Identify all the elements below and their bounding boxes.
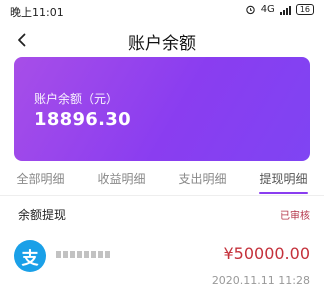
tab-expenses[interactable]: 支出明细 — [162, 168, 243, 192]
tab-all[interactable]: 全部明细 — [0, 168, 81, 192]
withdrawal-amount: ¥50000.00 — [223, 244, 310, 263]
status-time: 晚上11:01 — [10, 6, 64, 19]
network-type: 4G — [260, 4, 275, 15]
status-icons: 4G 16 — [245, 4, 314, 15]
balance-value: 18896.30 — [34, 109, 131, 130]
section-header: 余额提现 已审核 — [0, 206, 324, 224]
status-bar: 晚上11:01 4G 16 — [0, 0, 324, 22]
account-name-redacted — [56, 247, 112, 261]
alipay-icon: 支 — [14, 240, 46, 272]
status-badge: 已审核 — [280, 211, 310, 222]
divider — [0, 195, 324, 196]
section-title: 余额提现 — [18, 208, 67, 222]
alarm-icon — [245, 5, 255, 15]
balance-card: 账户余额（元） 18896.30 — [14, 57, 310, 161]
list-item[interactable]: 支 ¥50000.00 2020.11.11 11:28 — [0, 238, 324, 304]
tab-withdrawals[interactable]: 提现明细 — [243, 168, 324, 194]
detail-tabs: 全部明细 收益明细 支出明细 提现明细 — [0, 168, 324, 194]
balance-label: 账户余额（元） — [34, 92, 119, 106]
tab-earnings[interactable]: 收益明细 — [81, 168, 162, 192]
signal-icon — [279, 5, 291, 15]
nav-bar: 账户余额 — [0, 24, 324, 56]
page-title: 账户余额 — [128, 34, 196, 54]
withdrawal-time: 2020.11.11 11:28 — [211, 274, 310, 287]
battery-icon: 16 — [295, 4, 314, 15]
